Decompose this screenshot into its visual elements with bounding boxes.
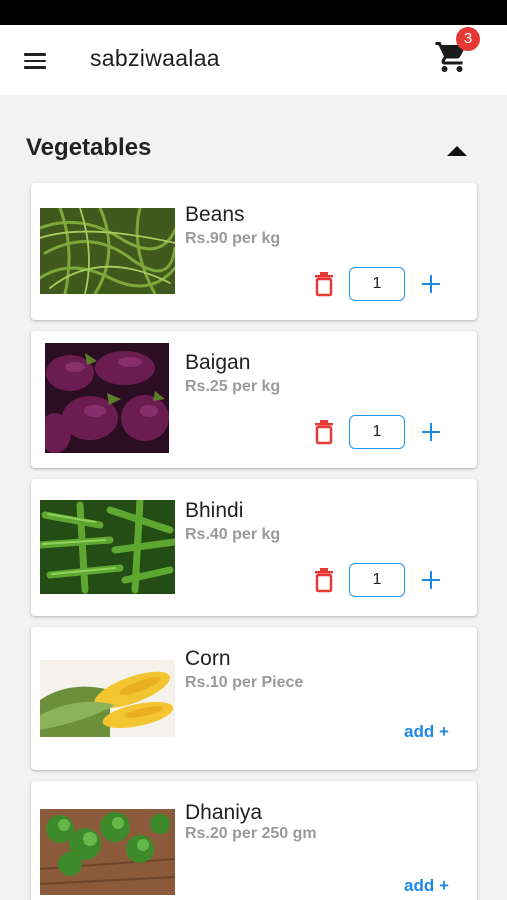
product-name: Bhindi [185, 499, 244, 522]
product-card-bhindi: Bhindi Rs.40 per kg [31, 479, 477, 616]
add-to-cart-button[interactable]: add + [404, 876, 449, 896]
app-bar: sabziwaalaa 3 [0, 25, 507, 95]
coriander-image [40, 809, 175, 895]
delete-icon[interactable] [313, 567, 335, 593]
product-price: Rs.10 per Piece [185, 674, 304, 691]
plus-icon[interactable] [419, 568, 443, 592]
okra-image [40, 500, 175, 594]
add-to-cart-button[interactable]: add + [404, 722, 449, 742]
product-price: Rs.90 per kg [185, 230, 281, 247]
plus-icon[interactable] [419, 272, 443, 296]
product-name: Beans [185, 203, 245, 226]
product-name: Baigan [185, 351, 251, 374]
app-title: sabziwaalaa [90, 45, 220, 71]
product-price: Rs.20 per 250 gm [185, 825, 317, 842]
cart-count-badge: 3 [456, 27, 480, 51]
quantity-input[interactable] [349, 267, 405, 301]
corn-image [40, 660, 175, 737]
product-card-corn: Corn Rs.10 per Piece add + [31, 627, 477, 770]
section-header-vegetables[interactable]: Vegetables [26, 132, 476, 166]
arrow-up-icon[interactable] [447, 146, 467, 156]
quantity-input[interactable] [349, 563, 405, 597]
section-title: Vegetables [26, 134, 152, 161]
menu-icon[interactable] [22, 51, 48, 71]
product-card-beans: Beans Rs.90 per kg [31, 183, 477, 320]
quantity-input[interactable] [349, 415, 405, 449]
product-card-baigan: Baigan Rs.25 per kg [31, 331, 477, 468]
beans-image [40, 208, 175, 294]
delete-icon[interactable] [313, 419, 335, 445]
product-card-dhaniya: Dhaniya Rs.20 per 250 gm add + [31, 781, 477, 900]
delete-icon[interactable] [313, 271, 335, 297]
product-price: Rs.25 per kg [185, 378, 281, 395]
product-price: Rs.40 per kg [185, 526, 281, 543]
plus-icon[interactable] [419, 420, 443, 444]
product-name: Corn [185, 647, 231, 670]
product-name: Dhaniya [185, 801, 263, 824]
eggplant-image [45, 343, 169, 453]
status-bar [0, 0, 507, 25]
